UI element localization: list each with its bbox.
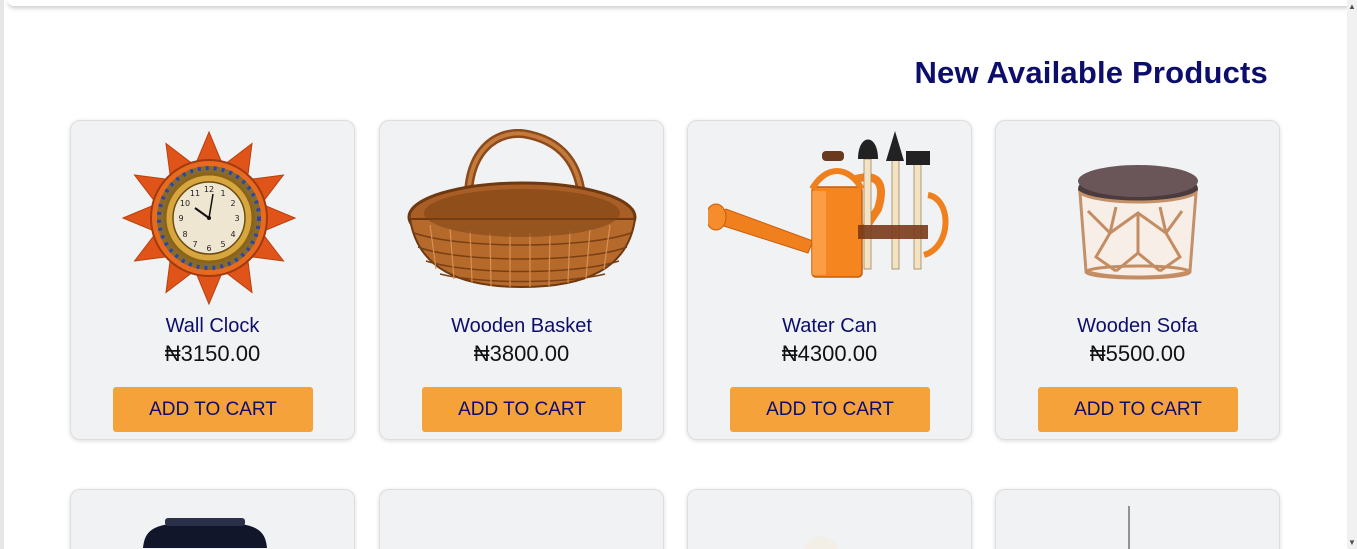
product-card [687, 489, 972, 549]
product-card-water-can: Water Can ₦4300.00 ADD TO CART [687, 120, 972, 440]
product-image [804, 536, 838, 549]
wooden-sofa-image [1078, 165, 1198, 280]
scroll-down-icon[interactable]: ▼ [1348, 538, 1356, 547]
add-to-cart-button[interactable]: ADD TO CART [1038, 387, 1238, 432]
svg-text:11: 11 [190, 189, 200, 198]
product-card [995, 489, 1280, 549]
product-card [70, 489, 355, 549]
product-card-wooden-basket: Wooden Basket ₦3800.00 ADD TO CART [379, 120, 664, 440]
page: New Available Products 12 3 6 9 1 2 4 5 … [0, 0, 1352, 549]
product-name: Wooden Sofa [1077, 315, 1198, 337]
svg-text:4: 4 [230, 230, 235, 239]
svg-text:1: 1 [220, 189, 225, 198]
vertical-scrollbar[interactable]: ▲ ▼ [1347, 0, 1357, 549]
svg-text:2: 2 [230, 199, 235, 208]
scroll-up-icon[interactable]: ▲ [1348, 2, 1356, 11]
svg-text:7: 7 [192, 240, 197, 249]
product-image [1128, 506, 1130, 549]
svg-text:3: 3 [234, 214, 239, 223]
svg-text:6: 6 [206, 244, 211, 253]
svg-text:9: 9 [178, 214, 183, 223]
water-can-image [708, 131, 949, 278]
svg-text:8: 8 [182, 230, 187, 239]
product-card-wall-clock: 12 3 6 9 12 45 7 8 10 11 Wall Clock ₦3150.00 AD… [70, 120, 355, 440]
add-to-cart-button[interactable]: ADD TO CART [730, 387, 930, 432]
product-name: Wooden Basket [451, 315, 592, 337]
section-title: New Available Products [914, 55, 1268, 90]
svg-text:10: 10 [180, 199, 190, 208]
svg-text:12: 12 [204, 185, 214, 194]
product-name: Water Can [782, 315, 877, 337]
product-name: Wall Clock [165, 315, 260, 337]
product-price: ₦5500.00 [1089, 341, 1186, 366]
product-price: ₦3800.00 [473, 341, 570, 366]
product-image [143, 518, 267, 548]
svg-text:5: 5 [220, 240, 225, 249]
add-to-cart-button[interactable]: ADD TO CART [113, 387, 313, 432]
add-to-cart-button[interactable]: ADD TO CART [422, 387, 622, 432]
product-price: ₦3150.00 [164, 341, 261, 366]
wall-clock-image: 12 3 6 9 12 45 78 1011 [121, 130, 297, 306]
product-price: ₦4300.00 [781, 341, 878, 366]
header-bar [8, 0, 1352, 6]
product-card-wooden-sofa: Wooden Sofa ₦5500.00 ADD TO CART [995, 120, 1280, 440]
product-card [379, 489, 664, 549]
wooden-basket-image [407, 129, 637, 289]
